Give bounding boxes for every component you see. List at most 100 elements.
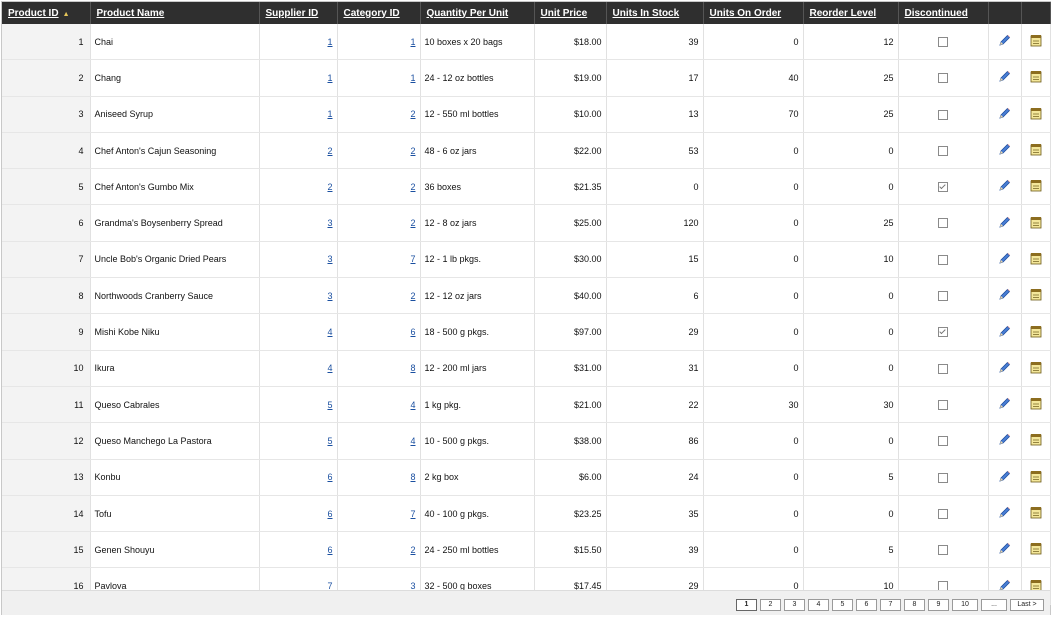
discontinued-checkbox[interactable] bbox=[938, 327, 948, 338]
notepad-icon[interactable] bbox=[1030, 542, 1042, 557]
column-sort-link[interactable]: Units In Stock bbox=[613, 8, 680, 19]
discontinued-checkbox[interactable] bbox=[938, 109, 948, 120]
discontinued-checkbox[interactable] bbox=[938, 73, 948, 84]
pencil-icon[interactable] bbox=[998, 433, 1011, 448]
category-id-cell-link[interactable]: 7 bbox=[410, 254, 415, 264]
discontinued-checkbox[interactable] bbox=[938, 363, 948, 374]
supplier-id-cell-link[interactable]: 1 bbox=[327, 73, 332, 83]
column-sort-link[interactable]: Product Name bbox=[97, 8, 165, 19]
notepad-icon[interactable] bbox=[1030, 34, 1042, 49]
page-button[interactable]: 2 bbox=[760, 599, 781, 611]
category-id-cell-link[interactable]: 4 bbox=[410, 436, 415, 446]
page-button[interactable]: 3 bbox=[784, 599, 805, 611]
discontinued-checkbox[interactable] bbox=[938, 182, 948, 193]
supplier-id-cell-link[interactable]: 6 bbox=[327, 545, 332, 555]
notepad-icon[interactable] bbox=[1030, 470, 1042, 485]
supplier-id-cell-link[interactable]: 3 bbox=[327, 254, 332, 264]
supplier-id-cell-link[interactable]: 6 bbox=[327, 509, 332, 519]
table-row: 6 Grandma's Boysenberry Spread 3 2 12 - 8 oz… bbox=[2, 204, 1051, 242]
supplier-id-cell-link[interactable]: 2 bbox=[327, 146, 332, 156]
notepad-icon[interactable] bbox=[1030, 216, 1042, 231]
supplier-id-cell-link[interactable]: 2 bbox=[327, 182, 332, 192]
notepad-icon[interactable] bbox=[1030, 252, 1042, 267]
page-button[interactable]: 9 bbox=[928, 599, 949, 611]
notepad-icon[interactable] bbox=[1030, 433, 1042, 448]
unit-price-cell: $23.25 bbox=[534, 495, 607, 533]
column-sort-link[interactable]: Product ID bbox=[8, 8, 59, 19]
notepad-icon[interactable] bbox=[1030, 361, 1042, 376]
supplier-id-cell-link[interactable]: 4 bbox=[327, 327, 332, 337]
category-id-cell-link[interactable]: 8 bbox=[410, 363, 415, 373]
supplier-id-cell-link[interactable]: 3 bbox=[327, 218, 332, 228]
supplier-id-cell-link[interactable]: 5 bbox=[327, 400, 332, 410]
supplier-id-cell-link[interactable]: 1 bbox=[327, 109, 332, 119]
discontinued-checkbox[interactable] bbox=[938, 218, 948, 229]
column-sort-link[interactable]: Unit Price bbox=[541, 8, 588, 19]
column-sort-link[interactable]: Quantity Per Unit bbox=[427, 8, 509, 19]
pencil-icon[interactable] bbox=[998, 143, 1011, 158]
pencil-icon[interactable] bbox=[998, 470, 1011, 485]
supplier-id-cell-link[interactable]: 1 bbox=[327, 37, 332, 47]
category-id-cell-link[interactable]: 6 bbox=[410, 327, 415, 337]
category-id-cell-link[interactable]: 2 bbox=[410, 291, 415, 301]
notepad-icon[interactable] bbox=[1030, 70, 1042, 85]
pencil-icon[interactable] bbox=[998, 542, 1011, 557]
page-button[interactable]: 8 bbox=[904, 599, 925, 611]
notepad-icon[interactable] bbox=[1030, 397, 1042, 412]
page-button[interactable]: 7 bbox=[880, 599, 901, 611]
notepad-icon[interactable] bbox=[1030, 179, 1042, 194]
discontinued-checkbox[interactable] bbox=[938, 291, 948, 302]
page-button[interactable]: 4 bbox=[808, 599, 829, 611]
notepad-icon[interactable] bbox=[1030, 506, 1042, 521]
supplier-id-cell-link[interactable]: 6 bbox=[327, 472, 332, 482]
discontinued-checkbox[interactable] bbox=[938, 399, 948, 410]
pencil-icon[interactable] bbox=[998, 70, 1011, 85]
discontinued-checkbox[interactable] bbox=[938, 472, 948, 483]
category-id-cell-link[interactable]: 7 bbox=[410, 509, 415, 519]
page-ellipsis-button[interactable]: ... bbox=[981, 599, 1007, 611]
column-sort-link[interactable]: Units On Order bbox=[710, 8, 782, 19]
column-sort-link[interactable]: Supplier ID bbox=[266, 8, 319, 19]
discontinued-checkbox[interactable] bbox=[938, 36, 948, 47]
supplier-id-cell-link[interactable]: 5 bbox=[327, 436, 332, 446]
column-sort-link[interactable]: Discontinued bbox=[905, 8, 968, 19]
category-id-cell-link[interactable]: 1 bbox=[410, 73, 415, 83]
page-button[interactable]: 5 bbox=[832, 599, 853, 611]
supplier-id-cell-link[interactable]: 4 bbox=[327, 363, 332, 373]
notepad-icon[interactable] bbox=[1030, 288, 1042, 303]
discontinued-checkbox[interactable] bbox=[938, 254, 948, 265]
discontinued-checkbox[interactable] bbox=[938, 545, 948, 556]
last-page-button[interactable]: Last > bbox=[1010, 599, 1044, 611]
discontinued-checkbox[interactable] bbox=[938, 145, 948, 156]
category-id-cell-link[interactable]: 2 bbox=[410, 182, 415, 192]
category-id-cell-link[interactable]: 2 bbox=[410, 545, 415, 555]
discontinued-checkbox[interactable] bbox=[938, 436, 948, 447]
pager-row: 1 2 3 4 5 6 7 8 9 10... Last > bbox=[2, 590, 1050, 615]
category-id-cell-link[interactable]: 2 bbox=[410, 146, 415, 156]
pencil-icon[interactable] bbox=[998, 252, 1011, 267]
category-id-cell-link[interactable]: 4 bbox=[410, 400, 415, 410]
pencil-icon[interactable] bbox=[998, 288, 1011, 303]
page-button[interactable]: 6 bbox=[856, 599, 877, 611]
page-button[interactable]: 1 bbox=[736, 599, 757, 611]
notepad-icon[interactable] bbox=[1030, 325, 1042, 340]
pencil-icon[interactable] bbox=[998, 506, 1011, 521]
category-id-cell-link[interactable]: 1 bbox=[410, 37, 415, 47]
pencil-icon[interactable] bbox=[998, 397, 1011, 412]
pencil-icon[interactable] bbox=[998, 179, 1011, 194]
column-sort-link[interactable]: Category ID bbox=[344, 8, 400, 19]
pencil-icon[interactable] bbox=[998, 107, 1011, 122]
notepad-icon[interactable] bbox=[1030, 107, 1042, 122]
pencil-icon[interactable] bbox=[998, 216, 1011, 231]
page-button[interactable]: 10 bbox=[952, 599, 978, 611]
discontinued-checkbox[interactable] bbox=[938, 508, 948, 519]
supplier-id-cell-link[interactable]: 3 bbox=[327, 291, 332, 301]
category-id-cell-link[interactable]: 2 bbox=[410, 109, 415, 119]
notepad-icon[interactable] bbox=[1030, 143, 1042, 158]
pencil-icon[interactable] bbox=[998, 34, 1011, 49]
pencil-icon[interactable] bbox=[998, 361, 1011, 376]
column-sort-link[interactable]: Reorder Level bbox=[810, 8, 877, 19]
category-id-cell-link[interactable]: 8 bbox=[410, 472, 415, 482]
category-id-cell-link[interactable]: 2 bbox=[410, 218, 415, 228]
pencil-icon[interactable] bbox=[998, 325, 1011, 340]
